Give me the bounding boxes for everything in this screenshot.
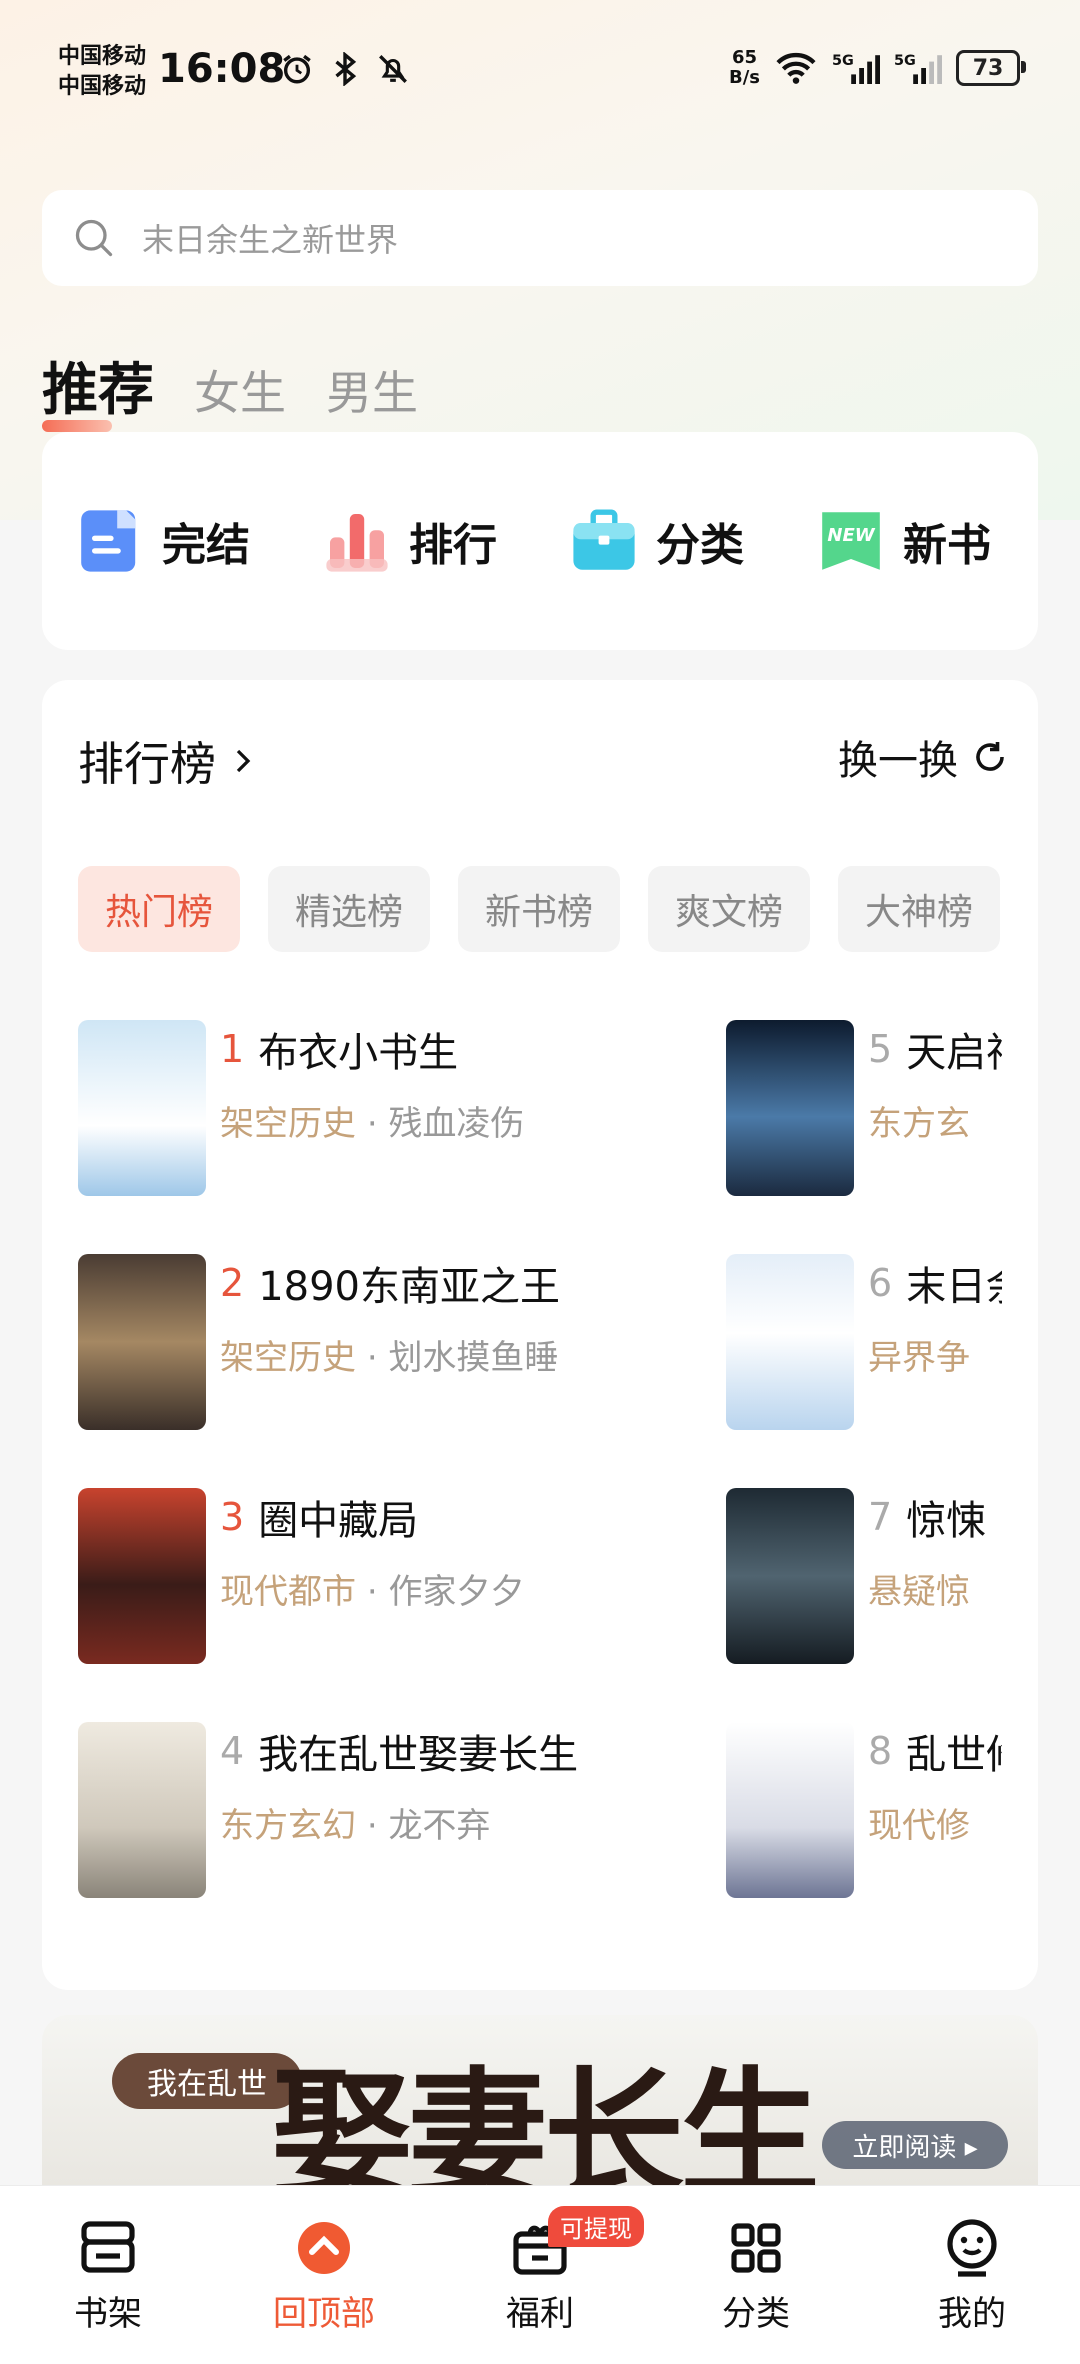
banner-title: 娶妻长生 — [272, 2054, 820, 2185]
book-item[interactable]: 5 天启神 东方玄 — [726, 1020, 1002, 1196]
book-category: 东方玄 — [868, 1104, 970, 1144]
chip-hot[interactable]: 热门榜 — [78, 866, 240, 952]
network-speed: 65 B/s — [728, 47, 760, 88]
book-category: 架空历史 — [220, 1338, 356, 1378]
book-author: 划水摸鱼睡 — [388, 1338, 559, 1378]
book-title: 1890东南亚之王 — [258, 1264, 560, 1310]
bookshelf-icon — [81, 2221, 135, 2273]
quick-completed-button[interactable]: 完结 — [74, 505, 289, 577]
tab-male[interactable]: 男生 — [326, 357, 418, 423]
refresh-button[interactable]: 换一换 — [838, 728, 1008, 786]
book-title: 末日余 — [906, 1264, 1002, 1310]
book-author: 作家夕夕 — [388, 1572, 525, 1612]
alarm-icon — [283, 54, 311, 84]
briefcase-icon — [573, 509, 635, 570]
quick-category-button[interactable]: 分类 — [568, 505, 783, 577]
chip-selected[interactable]: 精选榜 — [268, 866, 430, 952]
chevron-right-icon — [236, 749, 251, 773]
svg-text:5G: 5G — [832, 53, 854, 69]
svg-text:NEW: NEW — [827, 525, 875, 546]
chip-cool[interactable]: 爽文榜 — [648, 866, 810, 952]
signal-5g-icon: 5G — [894, 53, 942, 84]
book-cover — [726, 1254, 854, 1430]
wifi-icon — [776, 52, 816, 84]
tab-recommend[interactable]: 推荐 — [42, 345, 154, 432]
book-cover — [726, 1020, 854, 1196]
read-now-button[interactable]: 立即阅读 ▸ — [822, 2121, 1008, 2169]
cashout-badge: 可提现 — [548, 2206, 644, 2247]
chip-master[interactable]: 大神榜 — [838, 866, 1000, 952]
nav-category[interactable]: 分类 — [648, 2186, 864, 2364]
status-bar: 中国移动 中国移动 16:08 65 B/s 5G 5G 73 — [0, 0, 1080, 140]
nav-bookshelf[interactable]: 书架 — [0, 2186, 216, 2364]
rank-number: 8 — [868, 1729, 893, 1773]
rank-number: 7 — [868, 1495, 893, 1539]
book-item[interactable]: 6 末日余 异界争 — [726, 1254, 1002, 1430]
refresh-icon — [976, 742, 1004, 771]
book-category: 悬疑惊 — [868, 1572, 970, 1612]
search-icon — [75, 219, 113, 257]
book-title: 天启神 — [906, 1030, 1002, 1076]
book-category: 架空历史 — [220, 1104, 356, 1144]
nav-profile[interactable]: 我的 — [864, 2186, 1080, 2364]
clock: 16:08 — [158, 46, 286, 92]
book-category: 异界争 — [868, 1338, 970, 1378]
book-cover — [726, 1722, 854, 1898]
quick-new-books-button[interactable]: NEW 新书 — [815, 505, 1030, 577]
nav-welfare[interactable]: 可提现 福利 — [432, 2186, 648, 2364]
ranking-chips: 热门榜 精选榜 新书榜 爽文榜 大神榜 — [78, 866, 1000, 952]
book-category: 现代都市 — [220, 1572, 356, 1612]
battery-indicator: 73 — [956, 50, 1026, 86]
svg-text:5G: 5G — [894, 53, 916, 69]
back-to-top-icon — [298, 2222, 350, 2274]
book-title: 布衣小书生 — [258, 1030, 459, 1076]
book-cover — [78, 1488, 206, 1664]
mute-icon — [379, 55, 407, 83]
book-item[interactable]: 8 乱世修 现代修 — [726, 1722, 1002, 1898]
book-item[interactable]: 2 1890东南亚之王 架空历史 · 划水摸鱼睡 — [78, 1254, 678, 1430]
rank-number: 4 — [220, 1729, 245, 1773]
bluetooth-icon — [335, 52, 357, 86]
book-category: 现代修 — [868, 1806, 970, 1846]
rank-number: 2 — [220, 1261, 245, 1305]
quick-ranking-button[interactable]: 排行 — [321, 505, 536, 577]
book-item[interactable]: 7 惊悚 悬疑惊 — [726, 1488, 1002, 1664]
channel-tabs: 推荐 女生 男生 — [42, 345, 418, 432]
quick-entry-panel: 完结 排行 分类 NEW 新书 — [42, 432, 1038, 650]
bar-chart-icon — [326, 514, 388, 572]
book-author: 残血凌伤 — [388, 1104, 525, 1144]
book-cover — [78, 1722, 206, 1898]
promo-banner[interactable]: 我在乱世 娶妻长生 立即阅读 ▸ — [42, 2015, 1038, 2185]
profile-icon — [947, 2219, 997, 2277]
rank-number: 6 — [868, 1261, 893, 1305]
book-author: 龙不弃 — [388, 1806, 491, 1846]
book-title: 惊悚 — [906, 1498, 987, 1544]
signal-5g-icon: 5G — [832, 53, 880, 84]
book-cover — [726, 1488, 854, 1664]
nav-back-to-top[interactable]: 回顶部 — [216, 2186, 432, 2364]
bottom-nav: 书架 回顶部 可提现 福利 分类 我的 — [0, 2185, 1080, 2364]
document-icon — [81, 510, 136, 572]
new-badge-icon: NEW — [822, 512, 880, 570]
book-category: 东方玄幻 — [220, 1806, 356, 1846]
book-item[interactable]: 4 我在乱世娶妻长生 东方玄幻 · 龙不弃 — [78, 1722, 678, 1898]
carrier-label: 中国移动 中国移动 — [58, 44, 147, 99]
book-cover — [78, 1254, 206, 1430]
ranking-card: 排行榜 换一换 热门榜 精选榜 新书榜 爽文榜 大神榜 1 布衣小书生 架空历史 … — [42, 680, 1038, 1990]
book-item[interactable]: 1 布衣小书生 架空历史 · 残血凌伤 — [78, 1020, 678, 1196]
ranking-title-link[interactable]: 排行榜 — [78, 728, 258, 794]
search-bar[interactable]: 末日余生之新世界 — [42, 190, 1038, 286]
book-title: 乱世修 — [906, 1732, 1002, 1778]
rank-number: 1 — [220, 1027, 245, 1071]
tab-female[interactable]: 女生 — [194, 357, 286, 423]
chip-new[interactable]: 新书榜 — [458, 866, 620, 952]
grid-icon — [731, 2223, 781, 2273]
book-item[interactable]: 3 圈中藏局 现代都市 · 作家夕夕 — [78, 1488, 678, 1664]
book-title: 我在乱世娶妻长生 — [258, 1732, 579, 1778]
book-title: 圈中藏局 — [258, 1498, 419, 1544]
rank-number: 3 — [220, 1495, 245, 1539]
search-input[interactable]: 末日余生之新世界 — [142, 215, 398, 261]
book-cover — [78, 1020, 206, 1196]
rank-number: 5 — [868, 1027, 893, 1071]
